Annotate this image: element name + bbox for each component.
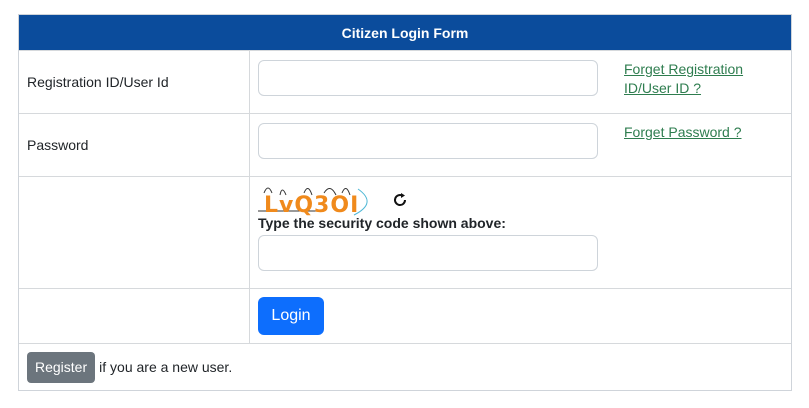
login-button[interactable]: Login <box>258 297 324 335</box>
refresh-icon <box>394 193 407 206</box>
user-id-cell: Forget Registration ID/User ID ? <box>250 51 791 113</box>
password-cell: Forget Password ? <box>250 114 791 176</box>
user-id-row: Registration ID/User Id Forget Registrat… <box>19 50 791 113</box>
login-row: Login <box>19 288 791 343</box>
forget-registration-link-line1: Forget Registration <box>624 61 744 77</box>
password-row: Password Forget Password ? <box>19 113 791 176</box>
password-input[interactable] <box>258 123 598 159</box>
security-code-input[interactable] <box>258 235 598 271</box>
captcha-cell: LvQ3OI Type the security code shown abov… <box>250 177 791 288</box>
captcha-row: LvQ3OI Type the security code shown abov… <box>19 176 791 288</box>
register-button[interactable]: Register <box>27 351 96 383</box>
form-title: Citizen Login Form <box>341 24 469 41</box>
user-id-label: Registration ID/User Id <box>19 51 250 113</box>
password-label: Password <box>19 114 250 176</box>
register-row: Register if you are a new user. <box>19 343 791 390</box>
captcha-image: LvQ3OI <box>258 181 380 218</box>
login-cell: Login <box>250 289 791 343</box>
citizen-login-form: Citizen Login Form Registration ID/User … <box>18 14 792 391</box>
login-label-empty <box>19 289 250 343</box>
captcha-label-empty <box>19 177 250 288</box>
form-header: Citizen Login Form <box>19 15 791 50</box>
forget-registration-link-line2: ID/User ID ? <box>624 80 702 96</box>
refresh-captcha-button[interactable] <box>391 191 409 209</box>
forget-password-link[interactable]: Forget Password ? <box>624 123 742 142</box>
user-id-input[interactable] <box>258 60 598 96</box>
register-note: if you are a new user. <box>99 359 233 375</box>
security-code-instruction: Type the security code shown above: <box>258 215 506 231</box>
forget-registration-link[interactable]: Forget Registration ID/User ID ? <box>624 60 743 98</box>
